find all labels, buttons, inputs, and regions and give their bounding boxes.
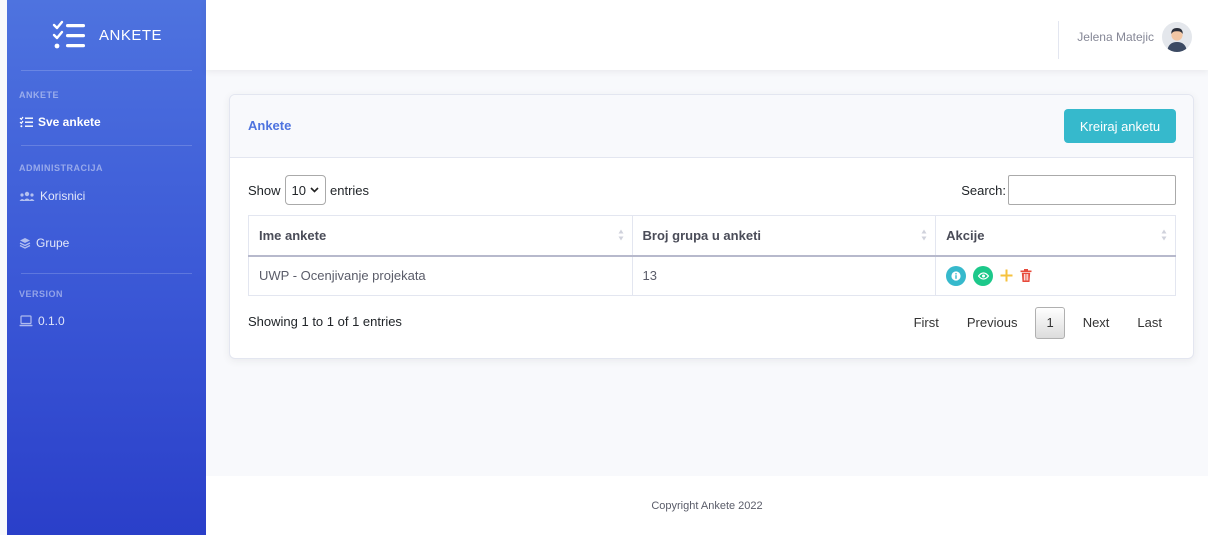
table-row: UWP - Ocenjivanje projekata 13 [248,255,1176,296]
list-icon [19,116,33,128]
checklist-icon [52,20,85,49]
survey-name-cell: UWP - Ocenjivanje projekata [248,255,633,296]
page-last-button[interactable]: Last [1123,308,1176,338]
table-header-row: Ime ankete Broj grupa u anketi Akcije [248,215,1176,257]
sidebar-item-label: Grupe [36,236,70,250]
users-icon [19,191,35,201]
entries-label: entries [330,182,370,198]
sidebar-heading-administracija: ADMINISTRACIJA [19,163,104,173]
layers-icon [19,238,31,249]
plus-icon[interactable] [1000,269,1013,282]
user-name: Jelena Matejic [1077,30,1154,44]
info-icon [951,271,961,281]
row-actions [946,265,1165,286]
brand-name: ANKETE [98,26,162,44]
entries-value: 10 [291,182,306,198]
surveys-table: Ime ankete Broj grupa u anketi Akcije UW… [248,215,1176,296]
search-label: Search: [961,182,1006,198]
info-button[interactable] [946,265,967,286]
sidebar-item-sve-ankete[interactable]: Sve ankete [7,115,206,129]
sidebar-item-grupe[interactable]: Grupe [7,236,206,250]
card-header: Ankete Kreiraj anketu [230,95,1193,158]
footer: Copyright Ankete 2022 [206,476,1208,535]
group-count-cell: 13 [631,255,937,296]
topbar-divider [1058,21,1059,59]
surveys-card: Ankete Kreiraj anketu Show 10 entries Se… [229,94,1194,359]
chevron-down-icon [310,187,319,193]
column-header-groups[interactable]: Broj grupa u anketi [631,215,937,257]
actions-cell [935,255,1176,296]
brand[interactable]: ANKETE [7,0,206,70]
page-next-button[interactable]: Next [1069,308,1124,338]
page-previous-button[interactable]: Previous [953,308,1032,338]
column-header-label: Akcije [946,227,985,243]
avatar [1162,22,1192,52]
length-control: Show 10 entries [248,175,369,205]
page-current-button[interactable]: 1 [1035,307,1065,339]
page-first-button[interactable]: First [900,308,953,338]
sidebar-item-label: Sve ankete [38,115,101,129]
view-button[interactable] [973,265,994,286]
topbar: Jelena Matejic [206,0,1208,70]
column-header-actions[interactable]: Akcije [935,215,1176,257]
eye-icon [977,272,989,280]
pagination: First Previous 1 Next Last [900,307,1176,339]
sidebar-heading-version: VERSION [19,289,64,299]
sidebar-item-label: 0.1.0 [38,314,65,328]
sidebar-item-korisnici[interactable]: Korisnici [7,189,206,203]
sidebar: ANKETE ANKETE Sve ankete ADMINISTRACIJA … [7,0,206,535]
card-title: Ankete [248,118,292,133]
column-header-label: Ime ankete [259,227,327,243]
column-header-name[interactable]: Ime ankete [248,215,633,257]
sidebar-item-version[interactable]: 0.1.0 [7,314,206,328]
sidebar-item-label: Korisnici [40,189,86,203]
create-survey-button[interactable]: Kreiraj anketu [1064,109,1176,143]
table-info: Showing 1 to 1 of 1 entries [248,314,402,329]
search-input[interactable] [1008,175,1176,205]
trash-icon[interactable] [1020,269,1032,283]
laptop-icon [19,315,33,327]
user-menu[interactable]: Jelena Matejic [1077,22,1192,52]
user-avatar-icon [1162,22,1192,52]
copyright-text: Copyright Ankete 2022 [651,499,763,512]
column-header-label: Broj grupa u anketi [642,227,762,243]
sort-icon [618,229,624,241]
search-control: Search: [961,175,1176,205]
entries-select[interactable]: 10 [284,175,326,205]
show-label: Show [248,182,281,198]
sort-icon [1161,229,1167,241]
sort-icon [921,229,927,241]
sidebar-heading-ankete: ANKETE [19,90,60,100]
